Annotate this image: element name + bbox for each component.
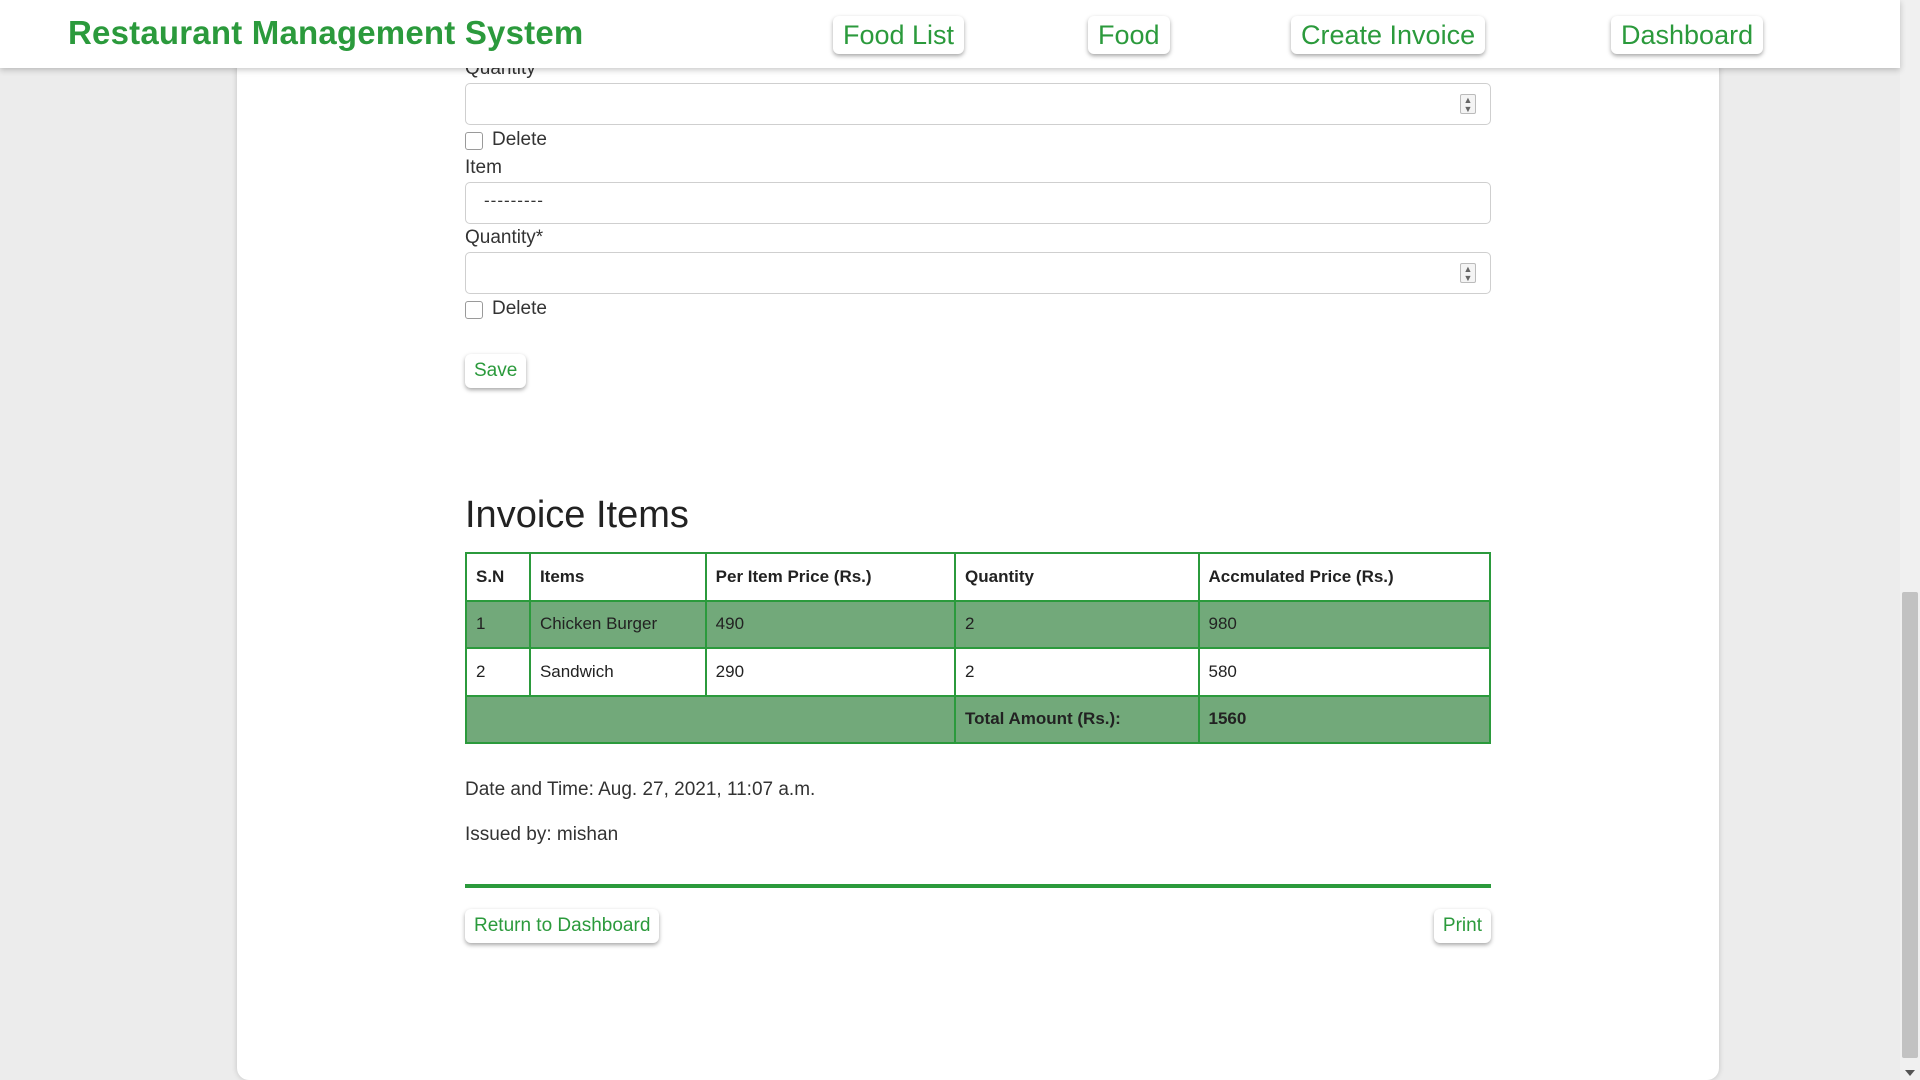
item-select[interactable]: --------- xyxy=(465,182,1491,224)
item-label: Item xyxy=(465,157,502,178)
col-header: Quantity xyxy=(954,552,1200,602)
nav-create-invoice[interactable]: Create Invoice xyxy=(1291,16,1486,54)
col-header: Accmulated Price (Rs.) xyxy=(1197,552,1492,602)
invoice-datetime: Date and Time: Aug. 27, 2021, 11:07 a.m. xyxy=(465,779,816,800)
print-button[interactable]: Print xyxy=(1433,909,1491,943)
table-cell: Chicken Burger xyxy=(528,599,707,649)
scroll-down-arrow-icon[interactable] xyxy=(1905,1070,1915,1076)
item-select-value: --------- xyxy=(484,191,544,210)
table-row: 2 Sandwich 290 2 580 xyxy=(465,647,1492,697)
quantity-label-2: Quantity* xyxy=(465,227,544,248)
delete-label-1: Delete xyxy=(492,129,547,150)
nav-food[interactable]: Food xyxy=(1088,16,1170,54)
col-header: Per Item Price (Rs.) xyxy=(704,552,957,602)
delete-checkbox-1[interactable] xyxy=(465,132,483,150)
table-cell: 290 xyxy=(704,647,957,697)
return-to-dashboard-button[interactable]: Return to Dashboard xyxy=(465,909,660,943)
top-navbar: Restaurant Management System Food List F… xyxy=(0,0,1900,68)
divider xyxy=(465,884,1491,888)
table-cell: 980 xyxy=(1197,599,1492,649)
invoice-title: Invoice Items xyxy=(465,494,689,536)
page-scrollbar[interactable] xyxy=(1900,0,1920,1080)
col-header: Items xyxy=(528,552,707,602)
spinner-icon[interactable]: ▲ ▼ xyxy=(1460,94,1476,114)
delete-checkbox-2[interactable] xyxy=(465,301,483,319)
table-cell: 490 xyxy=(704,599,957,649)
table-cell: 2 xyxy=(954,599,1200,649)
invoice-table: S.N Items Per Item Price (Rs.) Quantity … xyxy=(464,552,1492,744)
table-cell: 1 xyxy=(465,599,531,649)
brand-title[interactable]: Restaurant Management System xyxy=(68,14,583,52)
nav-dashboard[interactable]: Dashboard xyxy=(1611,16,1764,54)
total-value: 1560 xyxy=(1197,694,1492,744)
save-button[interactable]: Save xyxy=(465,354,527,388)
table-row: 1 Chicken Burger 490 2 980 xyxy=(465,599,1492,649)
total-label: Total Amount (Rs.): xyxy=(954,694,1200,744)
table-cell: 2 xyxy=(954,647,1200,697)
total-row: Total Amount (Rs.): 1560 xyxy=(464,694,1492,744)
table-cell: Sandwich xyxy=(528,647,707,697)
invoice-issued-by: Issued by: mishan xyxy=(465,824,619,845)
nav-food-list[interactable]: Food List xyxy=(833,16,965,54)
table-header-row: S.N Items Per Item Price (Rs.) Quantity … xyxy=(465,552,1492,602)
table-cell: 2 xyxy=(465,647,531,697)
quantity-input-1[interactable]: ▲ ▼ xyxy=(465,83,1491,125)
table-cell: 580 xyxy=(1197,647,1492,697)
quantity-input-2[interactable]: ▲ ▼ xyxy=(465,252,1491,294)
delete-label-2: Delete xyxy=(492,298,547,319)
total-spacer-cell xyxy=(464,694,957,744)
col-header: S.N xyxy=(465,552,531,602)
spinner-icon[interactable]: ▲ ▼ xyxy=(1460,263,1476,283)
scrollbar-thumb[interactable] xyxy=(1902,592,1918,1058)
